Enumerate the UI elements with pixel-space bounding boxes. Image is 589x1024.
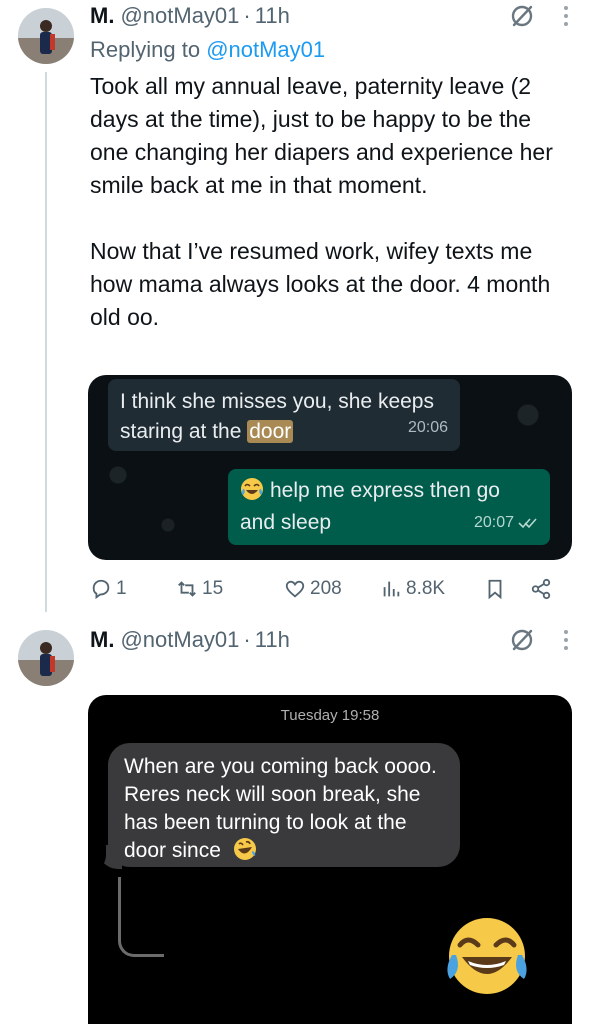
- tweet-header: M. @notMay01 · 11h: [90, 626, 569, 654]
- views-chart-icon: [383, 581, 400, 597]
- heart-icon: [285, 580, 305, 598]
- like-button[interactable]: 208: [284, 578, 380, 600]
- share-icon: [531, 578, 551, 600]
- tweet-media-sms-screenshot[interactable]: Tuesday 19:58 When are you coming back o…: [88, 695, 572, 1024]
- thread-connector-line: [45, 72, 47, 612]
- tweet-time[interactable]: 11h: [255, 626, 290, 654]
- author-handle[interactable]: @notMay01: [120, 626, 239, 654]
- tweet-text: Took all my annual leave, paternity leav…: [90, 73, 553, 330]
- tweet-time[interactable]: 11h: [255, 2, 290, 30]
- replying-to: Replying to @notMay01: [90, 36, 325, 64]
- more-options-icon[interactable]: [563, 629, 569, 651]
- bookmark-button[interactable]: [484, 578, 530, 600]
- author-name[interactable]: M.: [90, 626, 114, 654]
- grok-icon[interactable]: [509, 627, 535, 653]
- outgoing-message-time: 20:07: [473, 514, 514, 531]
- separator-dot: ·: [243, 627, 251, 652]
- sms-text: When are you coming back oooo. Reres nec…: [124, 755, 437, 862]
- bookmark-icon: [488, 579, 502, 600]
- avatar-photo: [18, 630, 74, 686]
- tears-of-joy-emoji-icon: [447, 918, 527, 994]
- tweet-header: M. @notMay01 · 11h: [90, 2, 569, 30]
- tweet-media-whatsapp-screenshot[interactable]: I think she misses you, she keeps starin…: [88, 375, 572, 560]
- outgoing-message-bubble: help me express then go and sleep 20:07: [228, 469, 550, 545]
- replying-prefix: Replying to: [90, 37, 207, 62]
- author-name[interactable]: M.: [90, 2, 114, 30]
- drawn-stroke: [118, 877, 164, 957]
- avatar[interactable]: [18, 630, 74, 686]
- incoming-sms-bubble: When are you coming back oooo. Reres nec…: [108, 743, 460, 867]
- replying-mention-link[interactable]: @notMay01: [206, 37, 325, 62]
- avatar[interactable]: [18, 8, 74, 64]
- incoming-message-bubble: I think she misses you, she keeps starin…: [108, 379, 460, 451]
- outgoing-message-meta: 20:07: [474, 507, 538, 539]
- highlighted-word: door: [247, 420, 294, 443]
- message-date: Tuesday 19:58: [280, 707, 380, 724]
- outgoing-message-text: help me express then go and sleep: [240, 479, 500, 534]
- repost-icon: [178, 581, 196, 597]
- reply-button[interactable]: 1: [90, 578, 176, 600]
- more-options-icon[interactable]: [563, 5, 569, 27]
- repost-count: 15: [202, 578, 224, 599]
- reply-count: 1: [116, 578, 127, 599]
- grok-icon[interactable]: [509, 3, 535, 29]
- avatar-photo: [18, 8, 74, 64]
- share-button[interactable]: [530, 578, 552, 600]
- view-count: 8.8K: [406, 578, 446, 599]
- tweet-action-bar: 1 15 208 8.8K: [90, 574, 560, 604]
- reply-icon: [92, 579, 110, 600]
- bubble-tail-cut: [88, 845, 106, 873]
- author-handle[interactable]: @notMay01: [120, 2, 239, 30]
- tears-of-joy-emoji-icon: [241, 478, 263, 500]
- rolling-laughing-emoji-icon: [233, 838, 256, 860]
- views-button[interactable]: 8.8K: [380, 578, 484, 600]
- repost-button[interactable]: 15: [176, 578, 284, 600]
- read-receipt-icon: [518, 518, 537, 529]
- incoming-message-time: 20:06: [407, 419, 448, 436]
- separator-dot: ·: [243, 3, 251, 28]
- like-count: 208: [310, 578, 342, 599]
